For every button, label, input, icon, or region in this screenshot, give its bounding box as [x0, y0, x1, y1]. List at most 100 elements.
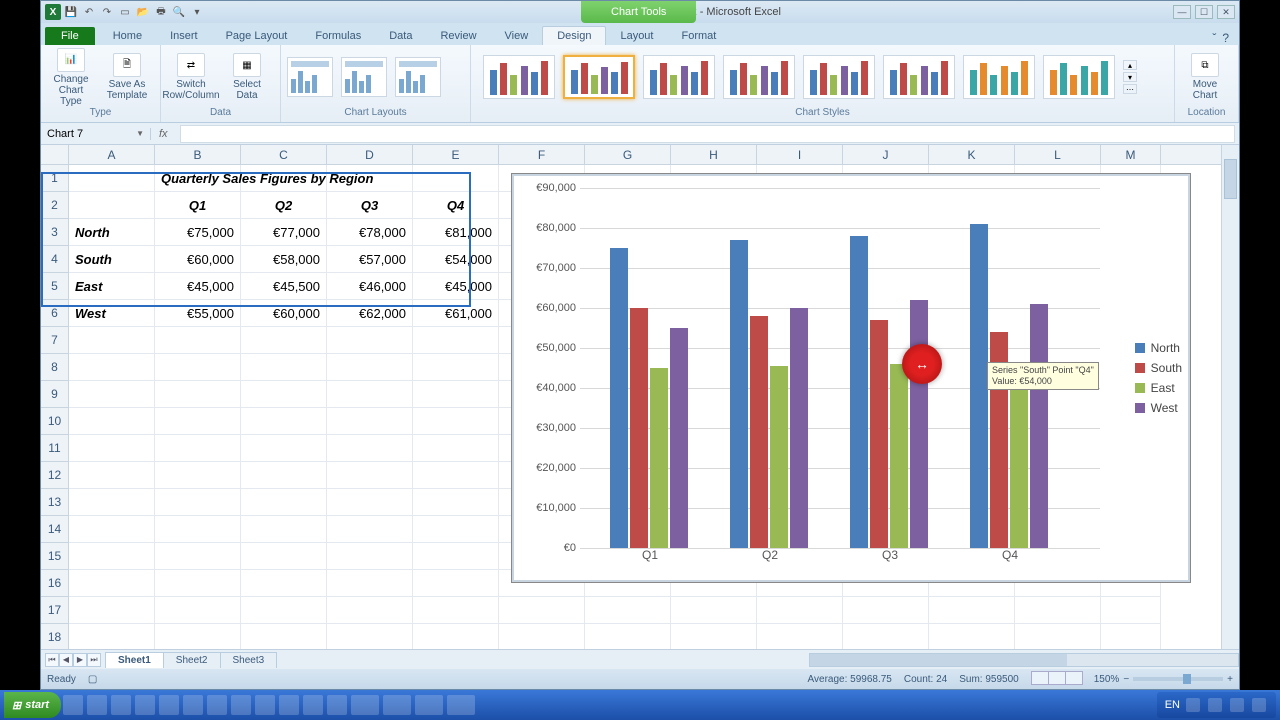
chart-style-thumb[interactable] [1043, 55, 1115, 99]
cell[interactable] [413, 354, 499, 381]
cell[interactable] [69, 165, 155, 192]
tab-data[interactable]: Data [375, 27, 426, 45]
cell[interactable] [413, 597, 499, 624]
cell[interactable]: €54,000 [413, 246, 499, 273]
row-header[interactable]: 8 [41, 354, 68, 381]
cell[interactable] [69, 327, 155, 354]
fx-icon[interactable]: fx [151, 128, 176, 140]
row-header[interactable]: 13 [41, 489, 68, 516]
vertical-scrollbar[interactable] [1221, 145, 1239, 649]
cell[interactable] [671, 597, 757, 624]
chart-bar[interactable] [770, 366, 788, 548]
cell[interactable] [241, 354, 327, 381]
tab-nav-last[interactable]: ⏭ [87, 653, 101, 667]
chart-style-thumb[interactable] [883, 55, 955, 99]
cell[interactable]: Q3 [327, 192, 413, 219]
cell[interactable] [585, 597, 671, 624]
row-header[interactable]: 5 [41, 273, 68, 300]
tray-lang[interactable]: EN [1165, 699, 1180, 711]
chart-bar[interactable] [1030, 304, 1048, 548]
qat-preview-icon[interactable]: 🔍 [171, 4, 187, 20]
column-header[interactable]: A [69, 145, 155, 164]
row-header[interactable]: 1 [41, 165, 68, 192]
cell[interactable] [413, 327, 499, 354]
cell[interactable] [241, 516, 327, 543]
qat-open-icon[interactable]: 📂 [135, 4, 151, 20]
column-header[interactable]: C [241, 145, 327, 164]
column-header[interactable]: G [585, 145, 671, 164]
macro-record-icon[interactable]: ▢ [88, 674, 97, 685]
cell[interactable]: €46,000 [327, 273, 413, 300]
cell[interactable] [413, 543, 499, 570]
cell[interactable] [413, 570, 499, 597]
cell[interactable] [241, 165, 327, 192]
cell[interactable] [69, 624, 155, 649]
file-tab[interactable]: File [45, 27, 95, 45]
help-icon[interactable]: ? [1222, 31, 1229, 45]
chart-bar[interactable] [790, 308, 808, 548]
column-header[interactable]: B [155, 145, 241, 164]
column-header[interactable]: K [929, 145, 1015, 164]
cell[interactable] [241, 327, 327, 354]
cell[interactable]: €60,000 [241, 300, 327, 327]
tab-nav-first[interactable]: ⏮ [45, 653, 59, 667]
cell[interactable]: Quarterly Sales Figures by Region [155, 165, 241, 192]
cell[interactable]: €60,000 [155, 246, 241, 273]
row-header[interactable]: 16 [41, 570, 68, 597]
tab-format[interactable]: Format [667, 27, 730, 45]
cell[interactable] [155, 381, 241, 408]
cell[interactable] [241, 408, 327, 435]
taskbar-app-icon[interactable] [207, 695, 227, 715]
cell[interactable]: South [69, 246, 155, 273]
chart-style-thumb[interactable] [723, 55, 795, 99]
row-header[interactable]: 18 [41, 624, 68, 649]
zoom-in-button[interactable]: + [1227, 674, 1233, 685]
chart-bar[interactable] [630, 308, 648, 548]
tray-icon[interactable] [1208, 698, 1222, 712]
cell[interactable] [155, 408, 241, 435]
zoom-out-button[interactable]: − [1123, 674, 1129, 685]
chart-bar[interactable] [1010, 368, 1028, 548]
column-header[interactable]: H [671, 145, 757, 164]
qat-redo-icon[interactable]: ↷ [99, 4, 115, 20]
cell[interactable] [843, 597, 929, 624]
cell[interactable] [155, 543, 241, 570]
cell[interactable]: €55,000 [155, 300, 241, 327]
chart-bar[interactable] [870, 320, 888, 548]
chart-style-thumb[interactable] [483, 55, 555, 99]
select-data-button[interactable]: ▦ Select Data [223, 53, 271, 101]
cell[interactable] [155, 624, 241, 649]
tab-formulas[interactable]: Formulas [301, 27, 375, 45]
qat-save-icon[interactable]: 💾 [63, 4, 79, 20]
taskbar-app-icon[interactable] [303, 695, 323, 715]
cell[interactable]: Q1 [155, 192, 241, 219]
styles-more[interactable]: ⋯ [1123, 84, 1137, 94]
chart-bar[interactable] [850, 236, 868, 548]
cell[interactable] [413, 462, 499, 489]
cell[interactable] [327, 489, 413, 516]
legend-item[interactable]: South [1135, 361, 1182, 375]
taskbar-app-icon[interactable] [111, 695, 131, 715]
chart-bar[interactable] [890, 364, 908, 548]
row-header[interactable]: 14 [41, 516, 68, 543]
formula-input[interactable] [180, 125, 1235, 143]
tab-nav-prev[interactable]: ◀ [59, 653, 73, 667]
cell[interactable] [241, 543, 327, 570]
cell[interactable] [69, 516, 155, 543]
taskbar-app-icon[interactable] [135, 695, 155, 715]
cell[interactable] [413, 489, 499, 516]
ribbon-minimize-icon[interactable]: ˇ [1212, 31, 1216, 45]
styles-row-down[interactable]: ▾ [1123, 72, 1137, 82]
tray-icon[interactable] [1252, 698, 1266, 712]
cell[interactable] [327, 165, 413, 192]
cell[interactable] [327, 543, 413, 570]
cell[interactable] [327, 381, 413, 408]
cell[interactable]: €75,000 [155, 219, 241, 246]
minimize-button[interactable]: — [1173, 5, 1191, 19]
tray-icon[interactable] [1230, 698, 1244, 712]
cell[interactable]: €45,000 [413, 273, 499, 300]
chart-bar[interactable] [970, 224, 988, 548]
column-header[interactable]: M [1101, 145, 1161, 164]
column-header[interactable]: I [757, 145, 843, 164]
chart-bar[interactable] [750, 316, 768, 548]
